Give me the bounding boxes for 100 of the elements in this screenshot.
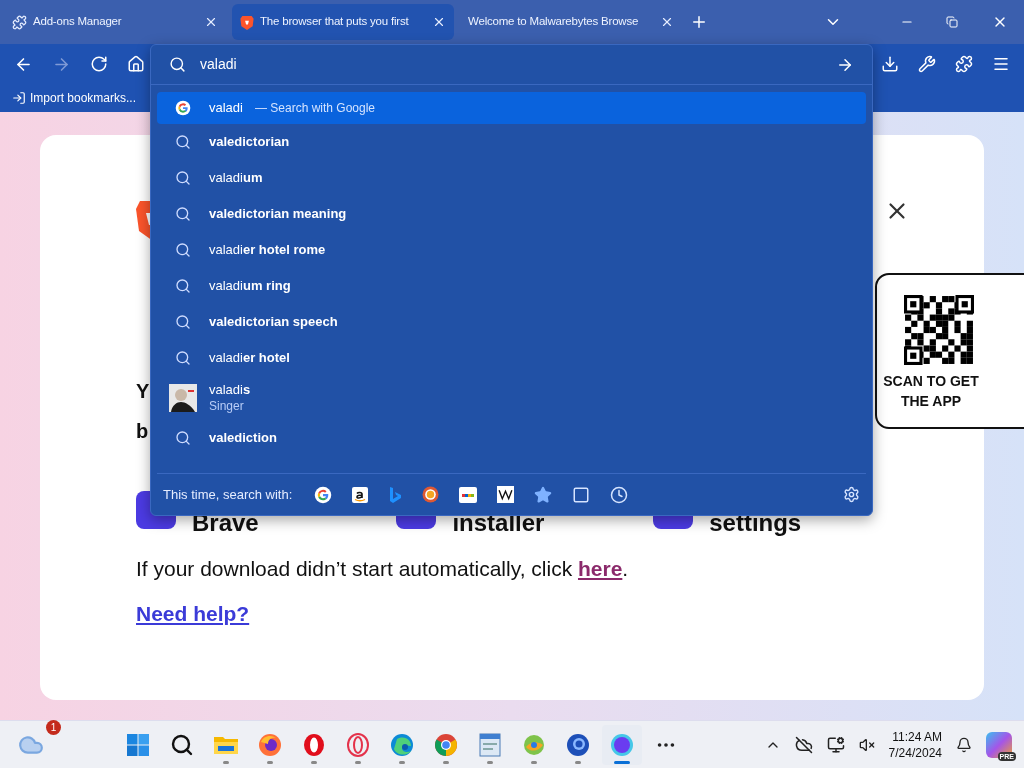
search-icon — [175, 170, 191, 186]
qr-label: SCAN TO GET THE APP — [882, 372, 980, 411]
lion-icon — [240, 14, 254, 30]
search-icon — [175, 278, 191, 294]
search-icon — [169, 56, 186, 73]
google-icon — [314, 485, 333, 504]
firefox-icon[interactable] — [258, 732, 282, 757]
suggestion-text: valadium ring — [209, 277, 291, 296]
suggestion-text: valadis — [209, 382, 251, 399]
suggestion-text: valadium — [209, 169, 263, 188]
wrench-icon[interactable] — [918, 55, 936, 73]
running-indicator — [487, 760, 493, 764]
search-icon — [175, 314, 191, 330]
suggestion-item[interactable]: valadium ring — [157, 268, 866, 304]
suggestion-text: valedictorian meaning — [209, 205, 347, 224]
tab-title: Welcome to Malwarebytes Browse — [468, 14, 640, 30]
running-indicator — [223, 760, 229, 764]
browser-tab[interactable]: The browser that puts you first — [232, 4, 454, 40]
suggestion-item[interactable]: valadis Singer — [157, 376, 866, 420]
swirl-icon[interactable] — [522, 732, 546, 757]
history-icon[interactable] — [610, 485, 629, 504]
extensions-icon[interactable] — [955, 55, 973, 73]
bell-icon[interactable] — [956, 736, 972, 753]
suggestion-item[interactable]: valadier hotel rome — [157, 232, 866, 268]
page-subheading: Y — [136, 379, 150, 404]
running-indicator — [399, 760, 405, 764]
cloud-off-icon[interactable] — [794, 735, 813, 754]
close-tab-icon[interactable] — [204, 15, 218, 29]
amazon-icon[interactable] — [352, 486, 369, 503]
suggestion-item[interactable]: valedictorian — [157, 124, 866, 160]
running-indicator — [443, 760, 449, 764]
opera-icon[interactable] — [302, 732, 326, 757]
suggestion-item[interactable]: valedictorian speech — [157, 304, 866, 340]
suggestion-text: valadi — [209, 99, 243, 118]
tab-title: The browser that puts you first — [260, 14, 410, 30]
suggestion-item[interactable]: valediction — [157, 420, 866, 456]
clock[interactable]: 11:24 AM 7/24/2024 — [888, 728, 942, 761]
globe-icon[interactable] — [566, 732, 590, 757]
running-indicator — [575, 760, 581, 764]
suggestion-item[interactable]: valadier hotel — [157, 340, 866, 376]
running-indicator — [531, 760, 537, 764]
page-subheading: b — [136, 419, 149, 444]
suggestion-text: valediction — [209, 429, 277, 448]
step-title: Brave — [192, 509, 259, 537]
address-field[interactable]: valadi — [200, 54, 822, 75]
search-icon — [175, 134, 191, 150]
step-title: settings — [709, 509, 802, 537]
running-indicator — [311, 760, 317, 764]
duck-icon[interactable] — [422, 486, 440, 503]
running-indicator — [614, 760, 630, 764]
need-help-link[interactable]: Need help? — [136, 600, 250, 628]
search-icon — [175, 242, 191, 258]
suggestion-text: valedictorian — [209, 133, 290, 152]
chrome-icon[interactable] — [434, 732, 458, 757]
settings-icon[interactable] — [843, 486, 860, 503]
browser-tab[interactable]: Welcome to Malwarebytes Browse — [460, 4, 682, 40]
windows-icon[interactable] — [126, 732, 150, 757]
suggestion-item[interactable]: valedictorian meaning — [157, 196, 866, 232]
browser-icon[interactable] — [610, 732, 634, 757]
restore-icon[interactable] — [946, 16, 958, 28]
download-text: If your download didn’t start automatically, click here. — [136, 556, 630, 582]
menu-icon[interactable] — [992, 55, 1010, 73]
close-tab-icon[interactable] — [660, 15, 674, 29]
running-indicator — [355, 760, 361, 764]
ebay-icon[interactable] — [459, 486, 478, 503]
browser-tab[interactable]: Add-ons Manager — [4, 4, 226, 40]
download-icon[interactable] — [881, 55, 899, 73]
reload-icon[interactable] — [90, 55, 108, 73]
tab-icon[interactable] — [572, 485, 591, 504]
google-icon — [175, 100, 191, 116]
search-with-label: This time, search with: — [163, 485, 293, 504]
bookmark-item[interactable]: Import bookmarks... — [12, 89, 137, 107]
running-indicator — [267, 760, 273, 764]
display-icon[interactable] — [826, 735, 845, 754]
suggestion-text: valadier hotel — [209, 349, 290, 368]
new-tab-icon[interactable] — [690, 13, 708, 31]
search-icon — [175, 350, 191, 366]
edge-icon[interactable] — [390, 732, 414, 757]
close-tab-icon[interactable] — [432, 15, 446, 29]
notepad-icon[interactable] — [479, 732, 501, 757]
star-icon[interactable] — [534, 485, 553, 504]
qr-code — [904, 295, 974, 365]
tab-title: Add-ons Manager — [33, 14, 123, 30]
suggestion-text: valedictorian speech — [209, 313, 338, 332]
suggestion-item[interactable]: valadi — Search with Google — [157, 92, 866, 124]
puzzle-icon — [12, 14, 27, 30]
step-title: installer — [452, 509, 545, 537]
search-icon[interactable] — [170, 732, 194, 757]
here-link[interactable]: here — [578, 557, 623, 580]
suggestion-item[interactable]: valadium — [157, 160, 866, 196]
opera-icon[interactable] — [346, 732, 370, 757]
import-icon — [12, 91, 26, 105]
wikipedia-icon[interactable] — [497, 486, 515, 503]
search-icon — [175, 430, 191, 446]
suggestion-hint: — Search with Google — [254, 100, 376, 117]
home-icon[interactable] — [127, 55, 145, 73]
search-icon — [175, 206, 191, 222]
suggestion-subtitle: Singer — [209, 398, 245, 414]
suggestion-text: valadier hotel rome — [209, 241, 326, 260]
mute-icon[interactable] — [858, 736, 875, 753]
